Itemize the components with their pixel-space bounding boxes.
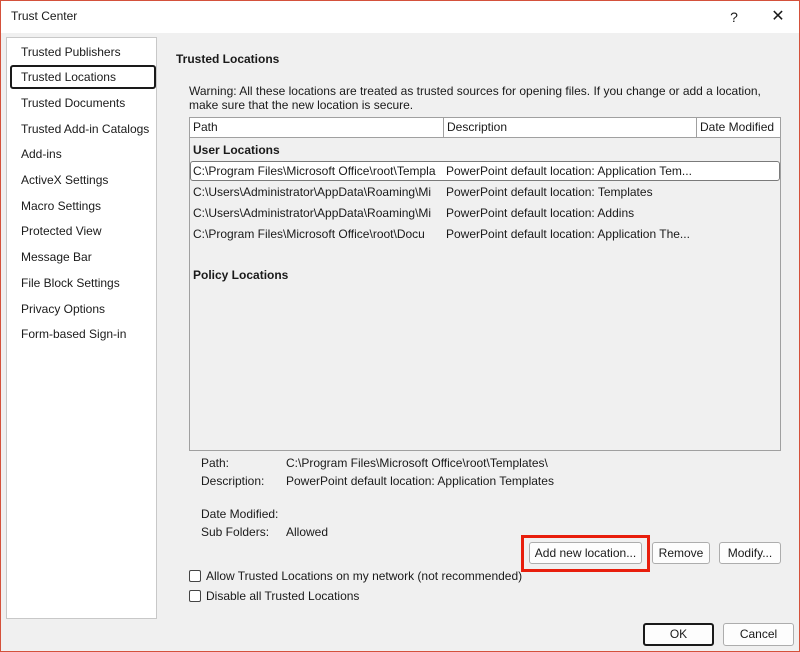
- cell-path: C:\Users\Administrator\AppData\Roaming\M…: [193, 185, 432, 199]
- sidebar-item-trusted-documents[interactable]: Trusted Documents: [10, 91, 156, 115]
- modify-button[interactable]: Modify...: [719, 542, 781, 564]
- sidebar-item-form-based-sign-in[interactable]: Form-based Sign-in: [10, 322, 156, 346]
- window-title: Trust Center: [11, 9, 78, 23]
- group-label-policy-locations: Policy Locations: [193, 268, 289, 282]
- sidebar-item-macro-settings[interactable]: Macro Settings: [10, 194, 156, 218]
- sidebar-item-activex-settings[interactable]: ActiveX Settings: [10, 168, 156, 192]
- table-row[interactable]: C:\Users\Administrator\AppData\Roaming\M…: [190, 203, 780, 223]
- help-icon[interactable]: ?: [719, 3, 749, 31]
- detail-path-value: C:\Program Files\Microsoft Office\root\T…: [286, 456, 548, 470]
- detail-path-label: Path:: [201, 456, 230, 470]
- cell-path: C:\Program Files\Microsoft Office\root\D…: [193, 227, 425, 241]
- cell-path: C:\Users\Administrator\AppData\Roaming\M…: [193, 206, 432, 220]
- group-label-user-locations: User Locations: [193, 143, 280, 157]
- add-new-location-button[interactable]: Add new location...: [529, 542, 642, 564]
- column-header-description[interactable]: Description: [444, 118, 697, 138]
- table-header: Path Description Date Modified: [190, 118, 780, 138]
- ok-button[interactable]: OK: [643, 623, 714, 646]
- remove-button[interactable]: Remove: [652, 542, 710, 564]
- detail-sub-folders-label: Sub Folders:: [201, 525, 270, 539]
- allow-network-label: Allow Trusted Locations on my network (n…: [206, 569, 523, 583]
- title-bar: Trust Center ? ✕: [1, 1, 799, 33]
- disable-all-checkbox-row[interactable]: Disable all Trusted Locations: [189, 589, 389, 605]
- detail-description-label: Description:: [201, 474, 265, 488]
- sidebar-item-trusted-locations[interactable]: Trusted Locations: [10, 65, 156, 89]
- column-header-path[interactable]: Path: [190, 118, 444, 138]
- allow-network-checkbox-row[interactable]: Allow Trusted Locations on my network (n…: [189, 569, 549, 585]
- detail-date-modified-label: Date Modified:: [201, 507, 279, 521]
- detail-sub-folders-value: Allowed: [286, 525, 329, 539]
- trusted-locations-table[interactable]: Path Description Date Modified User Loca…: [189, 117, 781, 451]
- table-row[interactable]: C:\Program Files\Microsoft Office\root\T…: [190, 161, 780, 181]
- sidebar-item-trusted-addin-catalogs[interactable]: Trusted Add-in Catalogs: [10, 117, 156, 141]
- sidebar-nav: Trusted Publishers Trusted Locations Tru…: [6, 37, 157, 619]
- sidebar-item-file-block-settings[interactable]: File Block Settings: [10, 271, 156, 295]
- sidebar-item-addins[interactable]: Add-ins: [10, 142, 156, 166]
- allow-network-checkbox[interactable]: [189, 570, 201, 582]
- cell-description: PowerPoint default location: Addins: [446, 206, 635, 220]
- disable-all-checkbox[interactable]: [189, 590, 201, 602]
- cancel-button[interactable]: Cancel: [723, 623, 794, 646]
- main-panel: Trusted Locations Warning: All these loc…: [161, 35, 799, 635]
- column-header-date-modified[interactable]: Date Modified: [697, 118, 780, 138]
- section-title: Trusted Locations: [176, 52, 280, 66]
- cell-description: PowerPoint default location: Templates: [446, 185, 653, 199]
- warning-text: Warning: All these locations are treated…: [189, 84, 761, 112]
- trust-center-dialog: Trust Center ? ✕ Trusted Publishers Trus…: [0, 0, 800, 652]
- sidebar-item-message-bar[interactable]: Message Bar: [10, 245, 156, 269]
- cell-description: PowerPoint default location: Application…: [446, 164, 692, 178]
- sidebar-item-protected-view[interactable]: Protected View: [10, 219, 156, 243]
- cell-path: C:\Program Files\Microsoft Office\root\T…: [193, 164, 436, 178]
- disable-all-label: Disable all Trusted Locations: [206, 589, 360, 603]
- table-row[interactable]: C:\Program Files\Microsoft Office\root\D…: [190, 224, 780, 244]
- close-icon[interactable]: ✕: [761, 3, 795, 31]
- cell-description: PowerPoint default location: Application…: [446, 227, 690, 241]
- table-row[interactable]: C:\Users\Administrator\AppData\Roaming\M…: [190, 182, 780, 202]
- sidebar-item-privacy-options[interactable]: Privacy Options: [10, 297, 156, 321]
- sidebar-item-trusted-publishers[interactable]: Trusted Publishers: [10, 40, 156, 64]
- detail-description-value: PowerPoint default location: Application…: [286, 474, 554, 488]
